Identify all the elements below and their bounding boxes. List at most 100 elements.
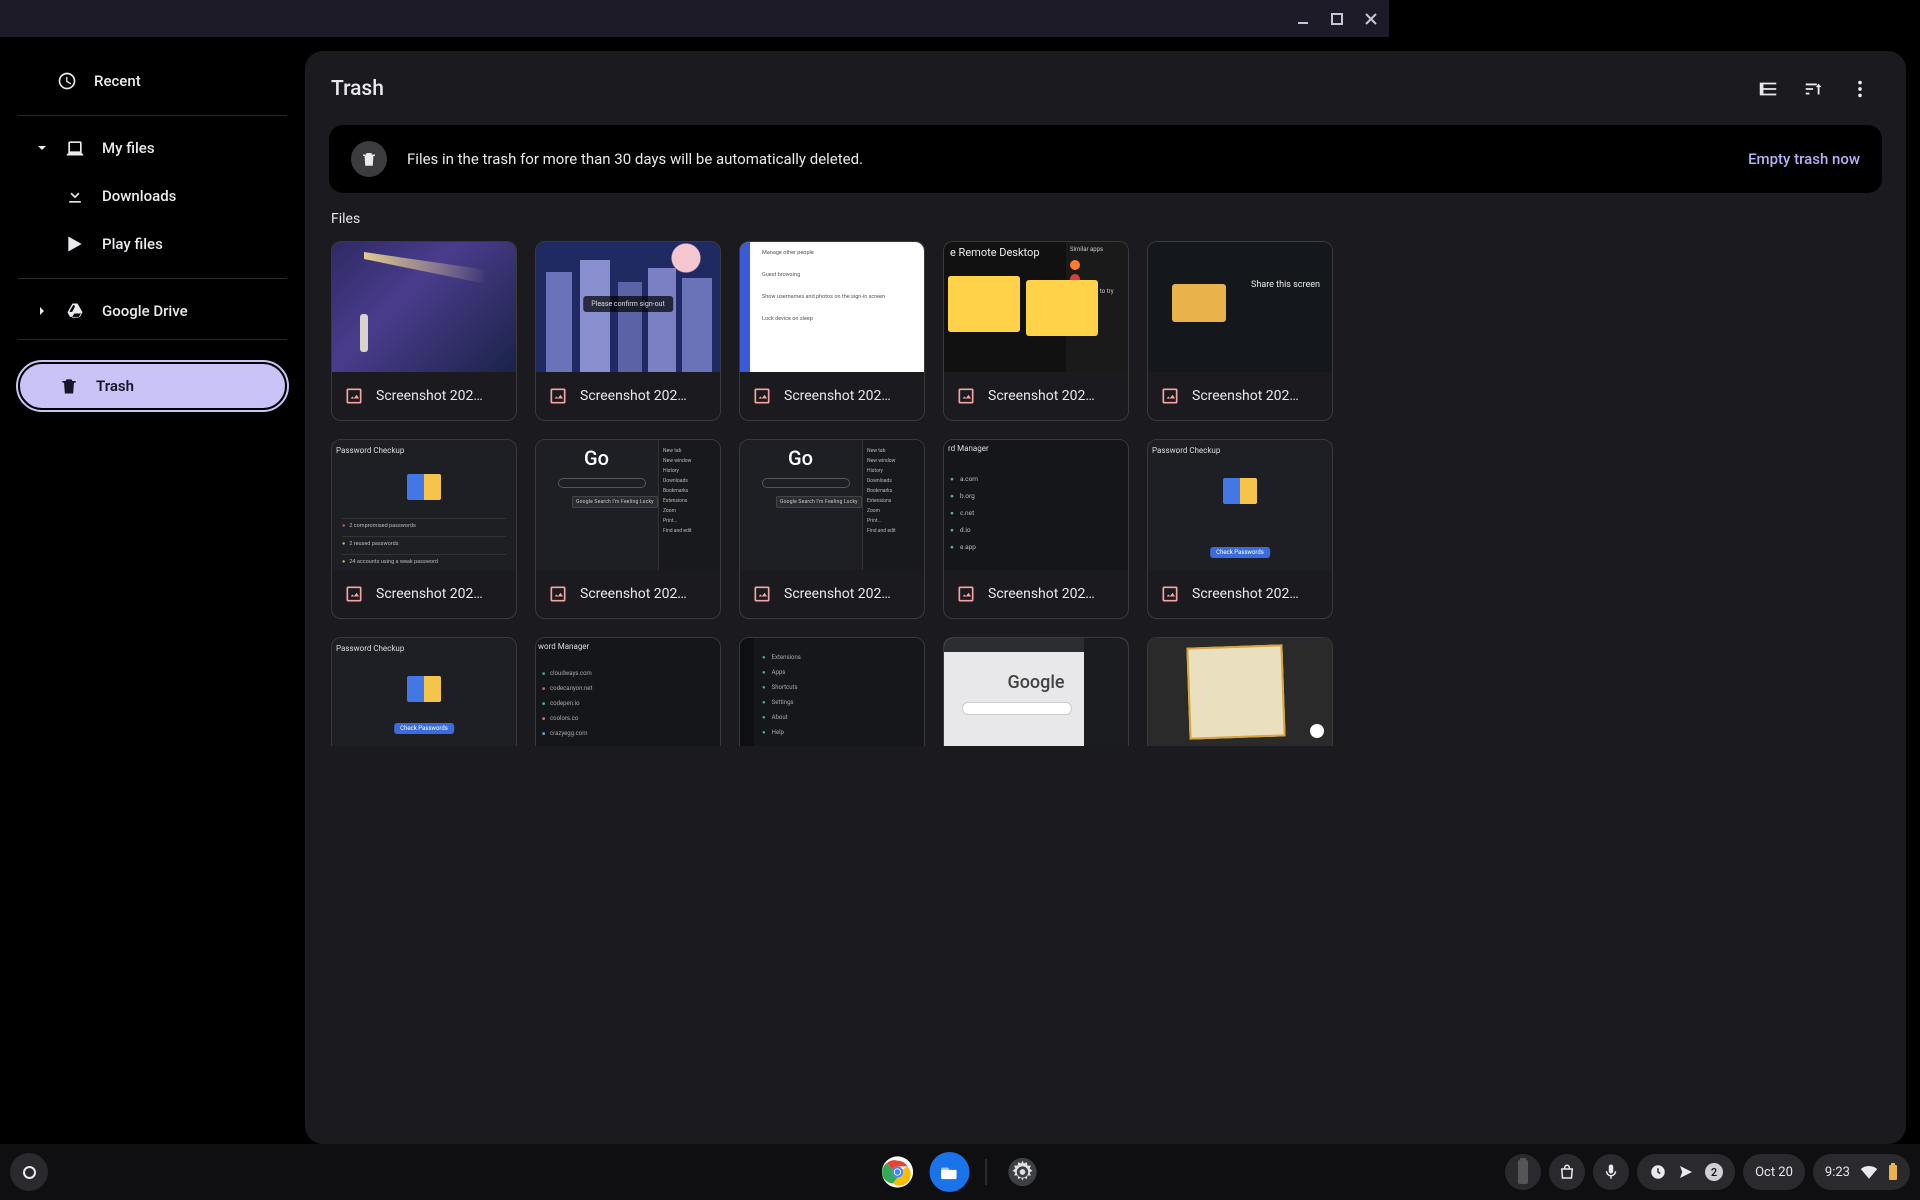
sidebar-label: My files [102, 139, 155, 157]
file-card[interactable]: Screenshot 202… [739, 241, 925, 421]
chrome-app-icon[interactable] [878, 1152, 918, 1192]
drive-icon [64, 300, 86, 322]
close-button[interactable] [1363, 11, 1379, 27]
image-icon [344, 584, 364, 604]
sidebar-item-myfiles[interactable]: My files [18, 124, 287, 172]
file-thumbnail [1148, 638, 1332, 746]
image-icon [956, 584, 976, 604]
file-footer: Screenshot 202… [1148, 372, 1332, 420]
file-footer: Screenshot 202… [740, 372, 924, 420]
sidebar-label: Play files [102, 235, 163, 253]
file-thumbnail [332, 242, 516, 372]
battery-icon [1888, 1163, 1898, 1181]
image-icon [1160, 386, 1180, 406]
file-thumbnail: a.comb.orgc.netd.ioe.app [944, 440, 1128, 570]
files-app: Recent My files Downloads Play files [0, 37, 1920, 1144]
play-icon [64, 233, 86, 255]
file-name: Screenshot 202… [376, 586, 483, 602]
tray-tote[interactable] [1549, 1154, 1585, 1190]
tray-time: 9:23 [1825, 1165, 1850, 1180]
files-app-icon[interactable] [930, 1152, 970, 1192]
image-icon [956, 386, 976, 406]
file-footer: Screenshot 202… [332, 372, 516, 420]
file-name: Screenshot 202… [1192, 388, 1299, 404]
file-card[interactable]: 2 compromised passwords2 reused password… [331, 439, 517, 619]
tray-phone-hub[interactable] [1505, 1154, 1541, 1190]
launcher-button[interactable] [10, 1153, 48, 1191]
chevron-down-icon [36, 143, 48, 153]
image-icon [1160, 584, 1180, 604]
file-card[interactable]: Screenshot 202… [1147, 241, 1333, 421]
file-card[interactable]: Check Passwords Screenshot 202… [1147, 439, 1333, 619]
minimize-button[interactable] [1295, 11, 1311, 27]
file-thumbnail [536, 242, 720, 372]
file-footer: Screenshot 202… [740, 570, 924, 618]
empty-trash-button[interactable]: Empty trash now [1748, 150, 1860, 168]
file-thumbnail: 2 compromised passwords2 reused password… [332, 440, 516, 570]
sidebar-label: Recent [94, 72, 141, 90]
file-name: Screenshot 202… [1192, 586, 1299, 602]
file-thumbnail [740, 242, 924, 372]
laptop-icon [64, 137, 86, 159]
tray-status[interactable]: 9:23 [1813, 1154, 1910, 1190]
sidebar: Recent My files Downloads Play files [0, 37, 305, 1144]
file-card[interactable]: Screenshot 202… [943, 241, 1129, 421]
file-thumbnail: New tabNew windowHistoryDownloadsBookmar… [536, 440, 720, 570]
file-thumbnail: Check Passwords [332, 638, 516, 746]
main-header: Trash [305, 51, 1906, 121]
trash-icon [58, 375, 80, 397]
chevron-right-icon [36, 306, 48, 316]
file-card[interactable] [1147, 637, 1333, 746]
tray-dictation[interactable] [1593, 1154, 1629, 1190]
file-thumbnail: New tabNew windowHistoryDownloadsBookmar… [740, 440, 924, 570]
file-card[interactable]: a.comb.orgc.netd.ioe.app Screenshot 202… [943, 439, 1129, 619]
file-card[interactable]: Screenshot 202… [331, 241, 517, 421]
sidebar-item-downloads[interactable]: Downloads [18, 172, 287, 220]
file-thumbnail: Check Passwords [1148, 440, 1332, 570]
file-thumbnail: cloudways.comcodecanyon.netcodepen.iocoo… [536, 638, 720, 746]
file-footer: Screenshot 202… [536, 372, 720, 420]
file-card[interactable]: New tabNew windowHistoryDownloadsBookmar… [739, 439, 925, 619]
trash-icon [351, 141, 387, 177]
main-panel: Trash Files in the trash for more than 3… [305, 51, 1906, 1144]
image-icon [548, 584, 568, 604]
file-card[interactable]: ExtensionsAppsShortcutsSettingsAboutHelp [739, 637, 925, 746]
shelf-center [878, 1152, 1043, 1192]
file-thumbnail: ExtensionsAppsShortcutsSettingsAboutHelp [740, 638, 924, 746]
more-button[interactable] [1840, 69, 1880, 109]
sidebar-item-playfiles[interactable]: Play files [18, 220, 287, 268]
maximize-button[interactable] [1329, 11, 1345, 27]
settings-app-icon[interactable] [1003, 1152, 1043, 1192]
trash-banner: Files in the trash for more than 30 days… [329, 125, 1882, 193]
file-card[interactable]: New tabNew windowHistoryDownloadsBookmar… [535, 439, 721, 619]
section-label: Files [305, 193, 1906, 235]
file-name: Screenshot 202… [580, 586, 687, 602]
image-icon [752, 386, 772, 406]
image-icon [344, 386, 364, 406]
file-thumbnail [1148, 242, 1332, 372]
file-thumbnail [944, 638, 1128, 746]
file-card[interactable]: Screenshot 202… [535, 241, 721, 421]
file-name: Screenshot 202… [784, 586, 891, 602]
page-title: Trash [331, 77, 1742, 101]
status-tray: 2 Oct 20 9:23 [1505, 1154, 1910, 1190]
file-name: Screenshot 202… [376, 388, 483, 404]
sidebar-label: Google Drive [102, 302, 188, 320]
tray-date[interactable]: Oct 20 [1743, 1154, 1805, 1190]
sidebar-item-trash[interactable]: Trash [18, 362, 287, 410]
sort-button[interactable] [1794, 69, 1834, 109]
shelf-divider [986, 1159, 987, 1185]
file-card[interactable]: Check Passwords [331, 637, 517, 746]
file-footer: Screenshot 202… [1148, 570, 1332, 618]
wifi-icon [1860, 1165, 1878, 1179]
view-list-button[interactable] [1748, 69, 1788, 109]
file-card[interactable]: cloudways.comcodecanyon.netcodepen.iocoo… [535, 637, 721, 746]
download-icon [64, 185, 86, 207]
tray-notifications[interactable]: 2 [1637, 1154, 1735, 1190]
sidebar-item-gdrive[interactable]: Google Drive [18, 287, 287, 335]
file-card[interactable] [943, 637, 1129, 746]
image-icon [752, 584, 772, 604]
sidebar-item-recent[interactable]: Recent [18, 57, 287, 105]
file-name: Screenshot 202… [988, 586, 1095, 602]
clock-icon [56, 70, 78, 92]
